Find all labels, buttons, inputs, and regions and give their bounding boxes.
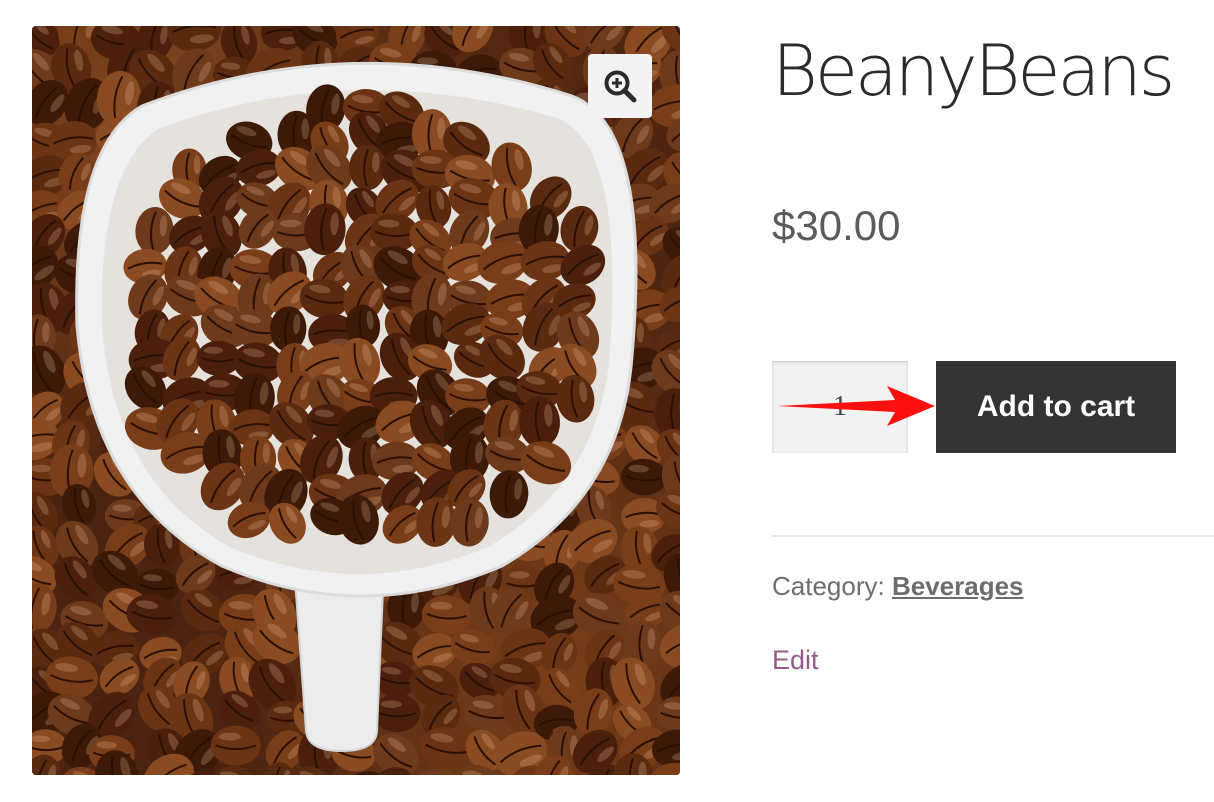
product-price: $30.00 [772, 202, 901, 249]
product-image[interactable] [32, 26, 680, 775]
zoom-button[interactable] [588, 54, 652, 118]
category-label: Category: [772, 571, 885, 601]
annotation-arrow-icon [777, 386, 935, 426]
product-meta: Category: Beverages [772, 571, 1024, 602]
magnifier-plus-icon [604, 70, 637, 103]
add-to-cart-button[interactable]: Add to cart [936, 361, 1176, 453]
category-link[interactable]: Beverages [892, 571, 1024, 601]
edit-link[interactable]: Edit [772, 645, 819, 676]
divider [772, 535, 1214, 537]
product-title: BeanyBeans [772, 30, 1175, 112]
product-gallery[interactable] [32, 26, 680, 775]
